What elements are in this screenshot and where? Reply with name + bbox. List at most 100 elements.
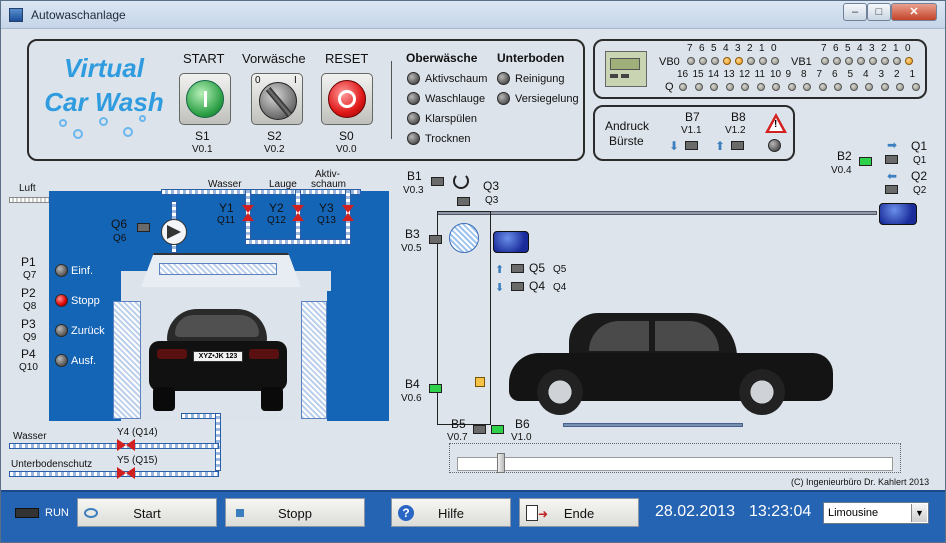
y1-label: Y1 xyxy=(219,201,234,215)
vb0-led xyxy=(711,57,719,65)
main-window: Autowaschanlage – □ ✕ Virtual Car Wash S… xyxy=(0,0,946,543)
car-type-select[interactable]: Limousine ▼ xyxy=(823,502,929,524)
close-button[interactable]: ✕ xyxy=(891,3,937,21)
start-run-label: Start xyxy=(133,506,161,521)
trocknen-lamp xyxy=(407,132,420,145)
q5-sub: Q5 xyxy=(553,264,567,275)
q-led xyxy=(679,83,687,91)
s0-addr: V0.0 xyxy=(336,144,357,155)
selector-pos1: I xyxy=(294,75,297,86)
q-led xyxy=(741,83,749,91)
q2-sub: Q2 xyxy=(913,185,927,196)
b8-label: B8 xyxy=(731,110,746,124)
brush-top xyxy=(159,263,277,275)
end-label: Ende xyxy=(563,506,595,521)
vb0-bit-label: 0 xyxy=(771,43,777,54)
title-bar: Autowaschanlage – □ ✕ xyxy=(1,1,945,29)
b1-sensor xyxy=(431,177,444,186)
q5-label: Q5 xyxy=(529,261,546,275)
maximize-button[interactable]: □ xyxy=(867,3,891,21)
time-display: 13:23:04 xyxy=(749,503,812,520)
wasser-label: Wasser xyxy=(13,431,47,442)
q-led xyxy=(818,83,827,91)
start-symbol-icon xyxy=(204,91,207,107)
logo: Virtual Car Wash xyxy=(39,51,169,119)
q-bit-label: 13 xyxy=(723,69,735,80)
q-bit-label: 9 xyxy=(785,69,792,80)
chevron-down-icon[interactable]: ▼ xyxy=(911,504,927,522)
p3-q: Q9 xyxy=(23,332,37,343)
q-led xyxy=(725,83,734,91)
motor-travel-icon xyxy=(879,203,917,225)
reset-button[interactable] xyxy=(328,80,366,118)
q-bit-label: 14 xyxy=(708,69,720,80)
b7-addr: V1.1 xyxy=(681,125,702,136)
vb1-led xyxy=(833,57,841,65)
blower-icon xyxy=(161,219,187,245)
aktivschaum-lamp xyxy=(407,72,420,85)
q-bit-label: 8 xyxy=(801,69,807,80)
start-button[interactable] xyxy=(186,80,224,118)
q3-indicator xyxy=(457,197,470,206)
q-bit-label: 2 xyxy=(894,69,900,80)
stop-run-button[interactable]: Stopp xyxy=(225,498,365,527)
andruck-panel: Andruck Bürste B7 V1.1 B8 V1.2 ⬇ ⬆ ! xyxy=(593,105,795,161)
vb1-led xyxy=(869,57,877,65)
license-plate: XYZ•JK 123 xyxy=(193,351,243,362)
vb1-led xyxy=(893,57,901,65)
reset-switch[interactable] xyxy=(321,73,373,125)
q-led xyxy=(787,83,796,91)
q4-down-icon: ⬇ xyxy=(495,282,505,294)
reset-symbol-icon xyxy=(338,90,356,108)
start-label: START xyxy=(183,51,225,66)
andruck-title1: Andruck xyxy=(605,119,650,133)
prewash-label: Vorwäsche xyxy=(242,51,306,66)
help-button[interactable]: ? Hilfe xyxy=(391,498,511,527)
vb1-led xyxy=(857,57,865,65)
q3-sub: Q3 xyxy=(485,195,499,206)
q6-label: Q6 xyxy=(111,217,128,231)
gantry-rail xyxy=(437,211,877,215)
zurueck-lamp xyxy=(55,324,68,337)
copyright: (C) Ingenieurbüro Dr. Kahlert 2013 xyxy=(791,477,930,487)
start-run-button[interactable]: Start xyxy=(77,498,217,527)
b2-sensor xyxy=(859,157,872,166)
position-slider-track[interactable] xyxy=(457,457,893,471)
vb1-led xyxy=(845,57,853,65)
q-led xyxy=(803,83,811,91)
y2-label: Y2 xyxy=(269,201,284,215)
q-led xyxy=(834,83,842,91)
prewash-selector[interactable]: 0 I xyxy=(251,73,303,125)
valve-y4-icon[interactable] xyxy=(117,439,135,451)
q6-sub: Q6 xyxy=(113,233,127,244)
unterboden-title: Unterboden xyxy=(497,51,565,65)
end-button[interactable]: ➜ Ende xyxy=(519,498,639,527)
q-bit-label: 16 xyxy=(677,69,689,80)
s1-addr: V0.1 xyxy=(192,144,213,155)
vb0-bit-label: 1 xyxy=(759,43,765,54)
q-led xyxy=(710,83,718,91)
vb0-label: VB0 xyxy=(659,56,680,68)
minimize-button[interactable]: – xyxy=(843,3,867,21)
plc-panel: VB0 VB1 Q 7 6 5 4 3 2 1 0 7 6 5 4 3 2 1 0 16 15 14 13 12 11 10… xyxy=(593,39,927,99)
b5-sensor xyxy=(473,425,486,434)
start-switch[interactable] xyxy=(179,73,231,125)
vb0-led xyxy=(735,57,743,65)
brush-right xyxy=(301,301,327,419)
gantry-brush-icon xyxy=(449,223,479,253)
waschlauge-label: Waschlauge xyxy=(425,93,486,105)
b7-label: B7 xyxy=(685,110,700,124)
y3-q: Q13 xyxy=(317,215,336,226)
vb0-led xyxy=(747,57,755,65)
b3-addr: V0.5 xyxy=(401,243,422,254)
q4-indicator xyxy=(511,282,524,291)
valve-y5-icon[interactable] xyxy=(117,467,135,479)
q-bit-label: 1 xyxy=(909,69,916,80)
vb1-bit-label: 0 xyxy=(905,43,911,54)
selector-knob-icon xyxy=(259,82,297,120)
q5-up-icon: ⬆ xyxy=(495,264,505,276)
app-icon xyxy=(9,8,23,22)
unterbodenschutz-label: Unterbodenschutz xyxy=(11,459,93,470)
b4-addr: V0.6 xyxy=(401,393,422,404)
position-slider-thumb[interactable] xyxy=(497,453,505,473)
